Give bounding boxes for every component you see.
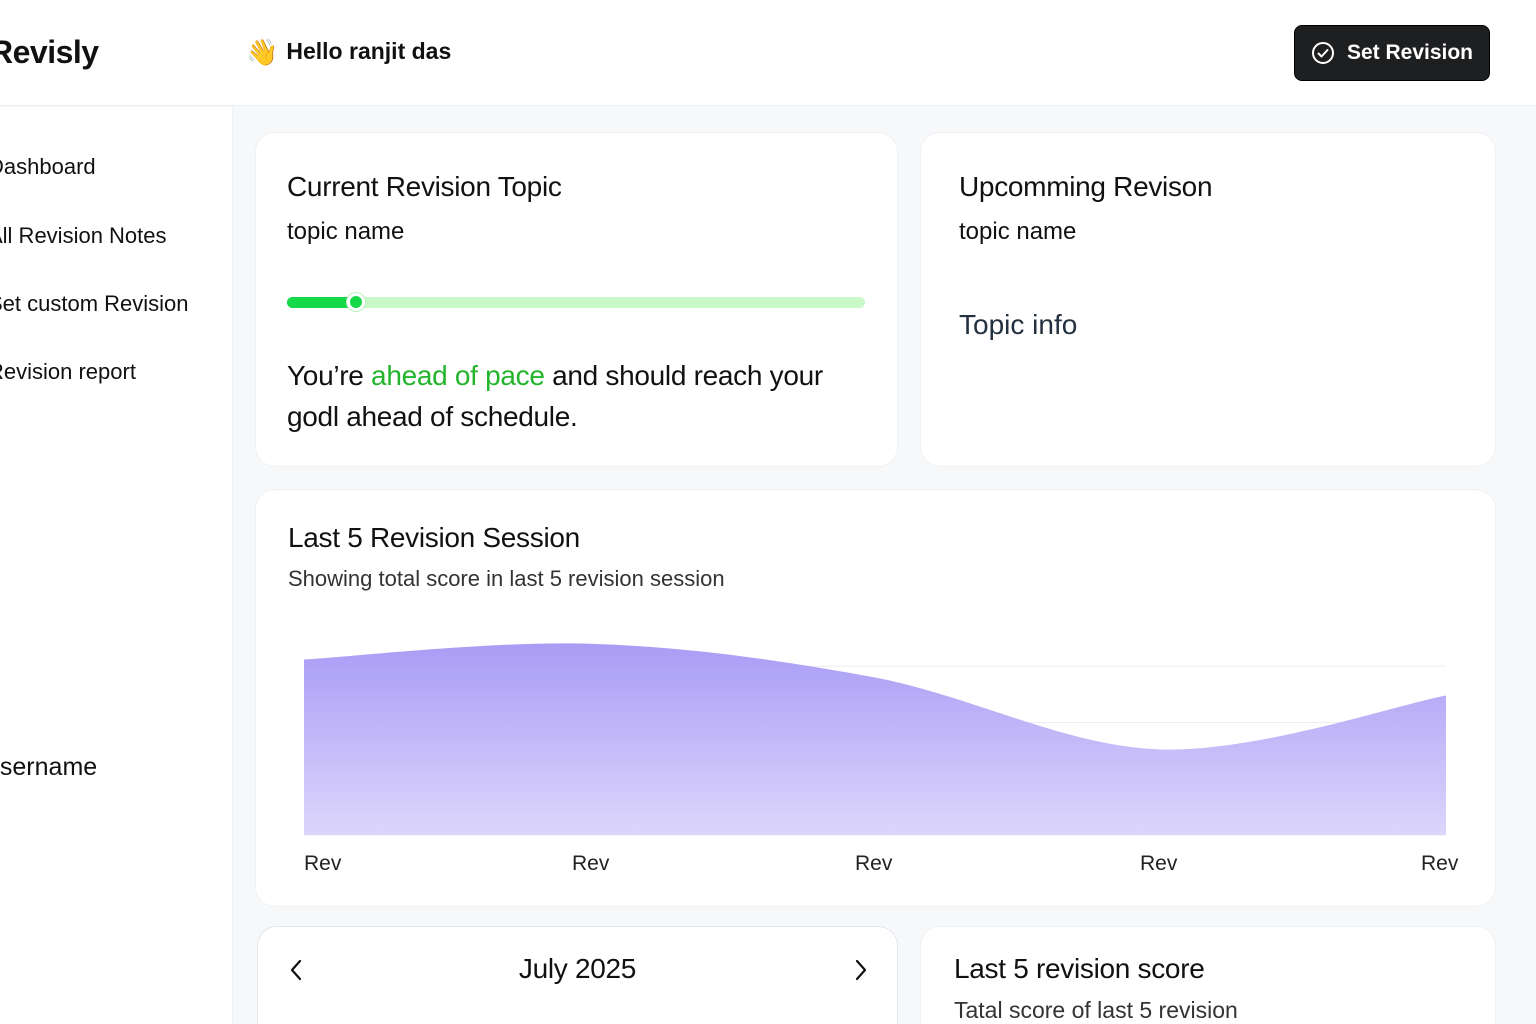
pace-highlight: ahead of pace xyxy=(371,360,545,391)
check-circle-icon xyxy=(1311,42,1334,64)
top-bar: Revisly 👋 Hello ranjit das Set Revision xyxy=(0,0,1536,106)
chart-x-tick-label: Rev xyxy=(1421,852,1459,875)
sidebar-item-all-revision-notes[interactable]: All Revision Notes xyxy=(0,223,167,249)
pace-prefix: You’re xyxy=(287,360,372,391)
upcoming-revision-card: Upcomming Revison topic name Topic info xyxy=(920,132,1496,467)
greeting-text: Hello ranjit das xyxy=(286,38,452,64)
set-revision-button[interactable]: Set Revision xyxy=(1294,25,1490,81)
progress-track xyxy=(287,297,865,308)
current-revision-title: Current Revision Topic xyxy=(287,171,562,202)
chart-title: Last 5 Revision Session xyxy=(288,522,580,553)
sidebar: Dashboard All Revision Notes Set custom … xyxy=(0,107,233,1024)
chart-x-tick-label: Rev xyxy=(855,852,893,875)
upcoming-topic-info: Topic info xyxy=(959,309,1078,340)
progress-knob[interactable] xyxy=(347,293,366,311)
chevron-right-icon xyxy=(855,959,867,981)
calendar-next-button[interactable] xyxy=(846,955,876,985)
chart-x-tick-label: Rev xyxy=(572,852,610,875)
progress-fill xyxy=(287,297,357,308)
chart-area-series xyxy=(304,643,1446,835)
revision-score-card: Last 5 revision score Tatal score of las… xyxy=(920,926,1496,1024)
chart-x-tick-label: Rev xyxy=(1140,852,1178,875)
calendar-month: July 2025 xyxy=(518,953,637,984)
upcoming-topic-name: topic name xyxy=(959,218,1077,245)
chart-x-tick-label: Rev xyxy=(304,852,342,875)
revision-progress-bar xyxy=(287,293,865,311)
revision-session-chart-card: Last 5 Revision Session Showing total sc… xyxy=(255,489,1496,907)
sidebar-item-revision-report[interactable]: Revision report xyxy=(0,359,136,385)
set-revision-label: Set Revision xyxy=(1346,41,1474,64)
greeting: 👋 Hello ranjit das xyxy=(246,38,451,65)
username[interactable]: username xyxy=(0,753,97,782)
sidebar-item-dashboard[interactable]: Dashboard xyxy=(0,154,96,180)
score-title: Last 5 revision score xyxy=(954,953,1205,984)
score-subtitle: Tatal score of last 5 revision xyxy=(954,997,1238,1023)
app-logo[interactable]: Revisly xyxy=(0,34,99,71)
sidebar-item-set-custom-revision[interactable]: Set custom Revision xyxy=(0,291,189,317)
current-topic-name: topic name xyxy=(287,218,405,245)
pace-message: You’re ahead of pace and should reach yo… xyxy=(287,355,867,437)
waving-hand-icon: 👋 xyxy=(246,36,279,67)
chart-subtitle: Showing total score in last 5 revision s… xyxy=(288,566,725,591)
current-revision-card: Current Revision Topic topic name You’re… xyxy=(255,132,898,467)
upcoming-revision-title: Upcomming Revison xyxy=(959,171,1213,202)
calendar-card: July 2025 xyxy=(257,926,898,1024)
